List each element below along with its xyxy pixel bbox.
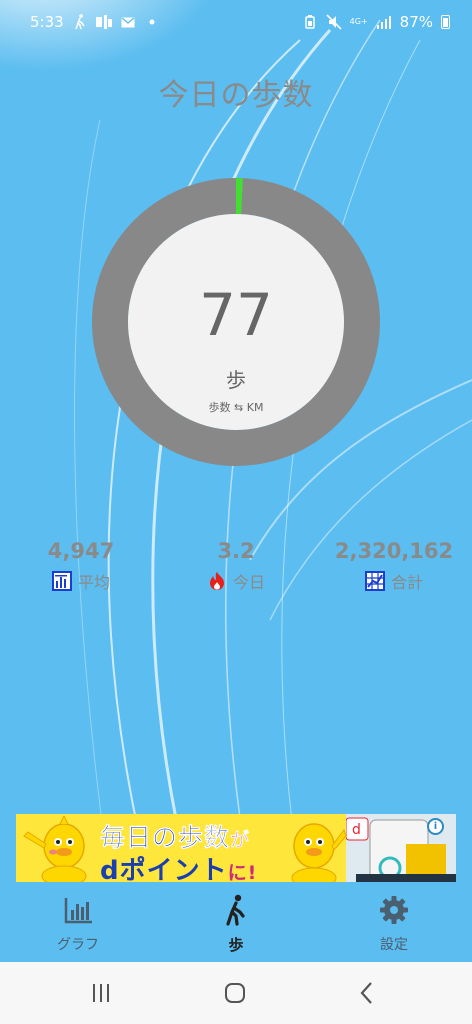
nav-label-steps: 歩 [228, 936, 244, 954]
app-status-icon [95, 14, 112, 30]
page-title: 今日の歩数 [158, 78, 314, 113]
nav-label-graph: グラフ [57, 937, 99, 953]
signal-icon [376, 14, 392, 30]
grid-chart-icon [364, 571, 385, 591]
walking-icon [226, 894, 245, 926]
ad-banner[interactable]: 毎日の歩数が dポイントに! d i [16, 814, 456, 882]
stat-total-label: 合計 [390, 573, 423, 592]
gear-icon [380, 896, 408, 924]
bottom-nav: グラフ 歩 設定 [0, 882, 472, 962]
mascot-icon-2 [291, 823, 346, 882]
unit-toggle[interactable]: 歩数 ⇆ KM [209, 399, 264, 415]
mail-icon [120, 14, 136, 30]
stat-average: 4,947 平均 [36, 538, 126, 593]
stat-today-value: 3.2 [217, 539, 255, 563]
stats-row: 4,947 平均 3.2 今日 2,320,162 合計 [0, 538, 472, 598]
system-nav-bar [0, 962, 472, 1024]
bar-graph-icon [64, 898, 92, 924]
stat-average-value: 4,947 [47, 539, 115, 563]
step-unit: 歩 [226, 368, 246, 392]
recent-apps-button[interactable] [86, 978, 116, 1008]
svg-text:d: d [352, 822, 361, 838]
stat-average-label: 平均 [77, 573, 110, 592]
ad-headline-line1: 毎日の歩数が [100, 823, 251, 852]
stat-total-value: 2,320,162 [334, 539, 454, 563]
nav-item-graph[interactable]: グラフ [18, 882, 138, 962]
ad-headline-line2: dポイントに! [100, 856, 258, 882]
notification-dot-icon [144, 14, 160, 30]
walking-status-icon [72, 14, 88, 30]
home-button[interactable] [220, 978, 250, 1008]
ad-info-icon[interactable]: i [427, 818, 444, 835]
nav-item-settings[interactable]: 設定 [334, 882, 454, 962]
battery-icon [441, 15, 450, 29]
battery-saver-icon [302, 14, 318, 30]
fire-icon [207, 571, 227, 591]
stat-today-label: 今日 [232, 573, 265, 592]
battery-percent: 87% [399, 13, 433, 31]
network-type: 4G+ [349, 17, 368, 26]
nav-label-settings: 設定 [380, 937, 408, 953]
mascot-icon [23, 816, 87, 882]
status-time: 5:33 [30, 13, 64, 31]
back-button[interactable] [352, 978, 382, 1008]
stat-total: 2,320,162 合計 [334, 538, 454, 593]
status-bar: 5:33 4G+ 87% [0, 0, 472, 44]
step-count: 77 [199, 281, 273, 349]
mute-icon [326, 14, 342, 30]
stat-today: 3.2 今日 [196, 538, 276, 593]
ring-center: 77 歩 歩数 ⇆ KM [92, 178, 380, 466]
nav-item-steps[interactable]: 歩 [176, 882, 296, 962]
step-ring[interactable]: 77 歩 歩数 ⇆ KM [92, 178, 380, 466]
bar-chart-icon [51, 571, 72, 591]
